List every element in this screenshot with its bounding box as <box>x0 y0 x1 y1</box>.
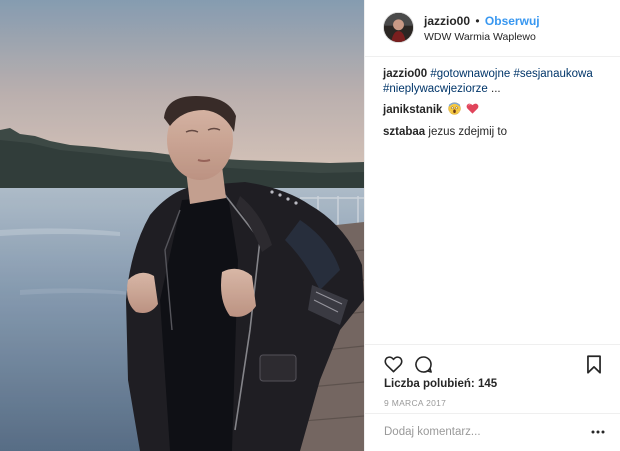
likes-count[interactable]: Liczba polubień: 145 <box>384 378 497 390</box>
comments-list: jazzio00 #gotownawojne #sesjanaukowa #ni… <box>383 67 605 145</box>
more-options-icon[interactable] <box>590 424 606 440</box>
add-comment-section <box>365 413 620 451</box>
comment-username[interactable]: janikstanik <box>383 104 442 116</box>
comment-item: janikstanik <box>383 102 605 120</box>
post-photo[interactable] <box>0 0 364 451</box>
post-date[interactable]: 9 MARCA 2017 <box>384 398 446 408</box>
instagram-post: jazzio00 • Obserwuj WDW Warmia Waplewo j… <box>0 0 620 451</box>
header-title-row: jazzio00 • Obserwuj <box>424 14 540 28</box>
avatar[interactable] <box>383 12 414 43</box>
comment-username[interactable]: sztabaa <box>383 126 425 138</box>
header-separator: • <box>475 14 480 28</box>
post-header: jazzio00 • Obserwuj WDW Warmia Waplewo <box>365 0 620 57</box>
caption: jazzio00 #gotownawojne #sesjanaukowa #ni… <box>383 67 605 97</box>
bookmark-icon[interactable] <box>586 355 602 374</box>
hashtag-link[interactable]: #sesjanaukowa <box>513 68 592 80</box>
comment-bubble-icon[interactable] <box>414 355 433 374</box>
red-heart-emoji <box>466 102 479 120</box>
location-link[interactable]: WDW Warmia Waplewo <box>424 31 536 43</box>
post-side-panel: jazzio00 • Obserwuj WDW Warmia Waplewo j… <box>364 0 620 451</box>
comment-item: sztabaa jezus zdejmij to <box>383 125 605 140</box>
hashtag-link[interactable]: #nieplywacwjeziorze <box>383 83 488 95</box>
hashtag-link[interactable]: #gotownawojne <box>430 68 510 80</box>
heart-outline-icon[interactable] <box>384 355 403 374</box>
follow-button[interactable]: Obserwuj <box>485 14 540 28</box>
add-comment-input[interactable] <box>384 426 564 438</box>
scream-face-emoji <box>448 102 461 120</box>
caption-username[interactable]: jazzio00 <box>383 68 427 80</box>
likes-label: Liczba polubień: <box>384 378 475 390</box>
likes-number: 145 <box>477 378 498 390</box>
photo-lake-portrait <box>0 0 364 451</box>
caption-more-ellipsis[interactable]: ... <box>491 83 501 95</box>
header-username[interactable]: jazzio00 <box>424 14 470 28</box>
comment-text: jezus zdejmij to <box>428 126 508 138</box>
